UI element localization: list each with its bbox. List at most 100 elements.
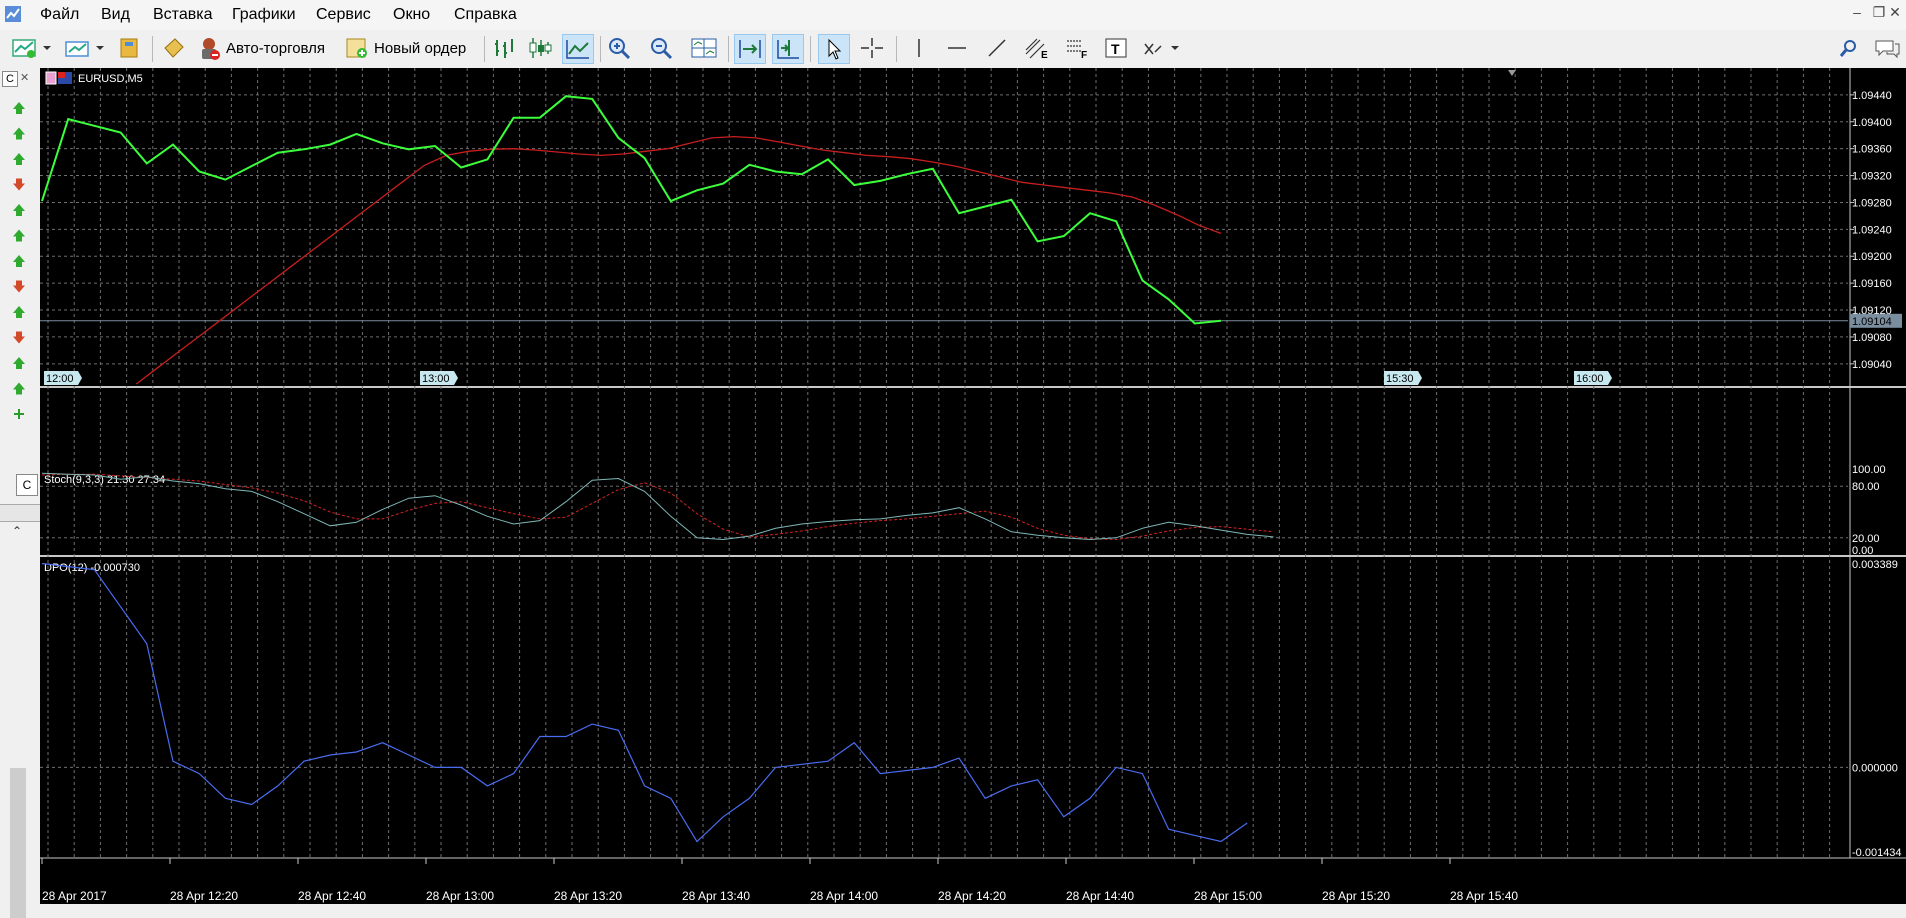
bar-chart-icon xyxy=(495,39,513,58)
moving-average-line xyxy=(135,135,1222,385)
flag-icon-stripe xyxy=(58,72,65,78)
crosshair-tool-button[interactable] xyxy=(858,34,886,62)
autoscroll-button[interactable] xyxy=(734,34,766,64)
dpo-label: DPO(12) -0.000730 xyxy=(44,562,140,574)
zoom-in-button[interactable] xyxy=(606,34,634,62)
zoom-in-icon xyxy=(609,38,631,60)
time-axis-label: 28 Apr 13:40 xyxy=(682,889,750,903)
fibonacci-icon: F xyxy=(1067,40,1087,60)
equidistant-channel-button[interactable]: E xyxy=(1022,34,1052,62)
arrows-tool-icon xyxy=(1144,43,1179,55)
new-order-icon xyxy=(346,38,367,58)
profiles-icon xyxy=(65,41,104,57)
menu-view[interactable]: Вид xyxy=(101,6,130,24)
signal-up-icon[interactable] xyxy=(13,153,25,165)
menu-window[interactable]: Окно xyxy=(393,6,430,24)
tile-windows-icon xyxy=(691,38,717,58)
toolbar-separator xyxy=(484,36,485,62)
signal-up-icon[interactable] xyxy=(13,102,25,114)
signal-up-icon[interactable] xyxy=(13,127,25,140)
menu-charts[interactable]: Графики xyxy=(232,6,296,24)
chart-symbol-label: EURUSD,M5 xyxy=(78,73,143,85)
signal-up-icon[interactable] xyxy=(13,357,25,369)
stoch-tick-label: 20.00 xyxy=(1852,533,1880,545)
price-tick-label: 1.09080 xyxy=(1852,332,1892,344)
dpo-line xyxy=(41,562,1248,843)
navigator-tab[interactable]: C xyxy=(16,474,38,496)
trendline-button[interactable] xyxy=(984,34,1010,62)
navigator-header xyxy=(0,504,40,522)
time-marker-label: 13:00 xyxy=(422,373,450,385)
close-icon[interactable]: ✕ xyxy=(1886,4,1904,21)
menu-file[interactable]: Файл xyxy=(40,6,79,24)
cursor-tool-button[interactable] xyxy=(818,34,850,64)
signal-up-icon[interactable] xyxy=(13,204,25,216)
menu-help[interactable]: Справка xyxy=(454,6,517,24)
chart-window-icon xyxy=(45,71,57,85)
stoch-tick-label: 0.00 xyxy=(1852,545,1873,557)
time-axis-label: 28 Apr 14:00 xyxy=(810,889,878,903)
time-marker-label: 15:30 xyxy=(1386,373,1414,385)
price-tick-label: 1.09200 xyxy=(1852,251,1892,263)
navigator-scrollbar[interactable] xyxy=(10,768,26,918)
time-axis-label: 28 Apr 2017 xyxy=(42,889,107,903)
search-button[interactable] xyxy=(1836,34,1862,62)
svg-text:E: E xyxy=(1041,50,1048,60)
arrows-tool-button[interactable] xyxy=(1140,34,1186,62)
vertical-line-button[interactable] xyxy=(906,34,932,62)
signal-down-icon[interactable] xyxy=(13,331,25,344)
current-price-label: 1.09104 xyxy=(1852,316,1892,328)
fibonacci-button[interactable]: F xyxy=(1062,34,1092,62)
signal-up-icon[interactable] xyxy=(13,306,25,318)
autotrade-icon xyxy=(202,38,220,60)
minimize-icon[interactable]: – xyxy=(1848,4,1866,20)
signal-up-icon[interactable] xyxy=(13,382,25,395)
signal-up-icon[interactable] xyxy=(13,255,25,267)
signal-down-icon[interactable] xyxy=(13,280,25,293)
line-chart-button[interactable] xyxy=(562,34,594,64)
signal-up-icon[interactable] xyxy=(13,229,25,242)
app-icon xyxy=(5,6,21,22)
price-tick-label: 1.09280 xyxy=(1852,197,1892,209)
horizontal-line-button[interactable] xyxy=(944,34,970,62)
svg-text:T: T xyxy=(1111,41,1120,57)
navigator-button[interactable] xyxy=(160,34,188,62)
price-line xyxy=(41,95,1222,325)
new-order-button[interactable]: Новый ордер xyxy=(344,34,476,62)
menu-insert[interactable]: Вставка xyxy=(153,6,212,24)
chat-button[interactable] xyxy=(1872,34,1902,62)
profiles-button[interactable] xyxy=(64,34,108,62)
autotrade-button[interactable]: Авто-торговля xyxy=(196,34,336,62)
time-axis-label: 28 Apr 13:00 xyxy=(426,889,494,903)
dpo-tick-label: -0.001434 xyxy=(1852,847,1902,859)
zoom-out-button[interactable] xyxy=(648,34,676,62)
time-axis-label: 28 Apr 15:00 xyxy=(1194,889,1262,903)
market-watch-tab[interactable]: C xyxy=(2,71,18,87)
time-axis-label: 28 Apr 14:20 xyxy=(938,889,1006,903)
new-chart-button[interactable] xyxy=(10,34,56,62)
add-symbol-icon[interactable] xyxy=(14,409,24,419)
toolbar-separator xyxy=(728,36,729,62)
chart-shift-icon xyxy=(777,40,799,59)
menu-tools[interactable]: Сервис xyxy=(316,6,371,24)
text-tool-button[interactable]: T xyxy=(1102,34,1130,62)
panel-close-icon[interactable]: ✕ xyxy=(20,71,34,85)
market-watch-button[interactable] xyxy=(116,34,144,62)
stoch-tick-label: 80.00 xyxy=(1852,481,1880,493)
chart-window[interactable]: 1.09440 1.09400 1.09360 1.09320 1.09280 1.092… xyxy=(40,68,1906,904)
horizontal-line-icon xyxy=(948,47,966,49)
autoscroll-icon xyxy=(739,40,761,58)
line-chart-icon xyxy=(566,40,589,59)
tile-windows-button[interactable] xyxy=(688,34,720,62)
chart-canvas[interactable]: 1.09440 1.09400 1.09360 1.09320 1.09280 1.092… xyxy=(40,68,1906,904)
text-tool-icon: T xyxy=(1105,38,1127,58)
time-axis-label: 28 Apr 15:20 xyxy=(1322,889,1390,903)
chart-shift-button[interactable] xyxy=(772,34,804,64)
bar-chart-button[interactable] xyxy=(490,34,518,62)
navigator-scroll-up[interactable]: ⌃ xyxy=(12,524,22,538)
signal-down-icon[interactable] xyxy=(13,178,25,191)
candlestick-button[interactable] xyxy=(526,34,554,62)
time-axis-label: 28 Apr 13:20 xyxy=(554,889,622,903)
equidistant-channel-icon: E xyxy=(1025,38,1048,60)
price-tick-label: 1.09360 xyxy=(1852,144,1892,156)
